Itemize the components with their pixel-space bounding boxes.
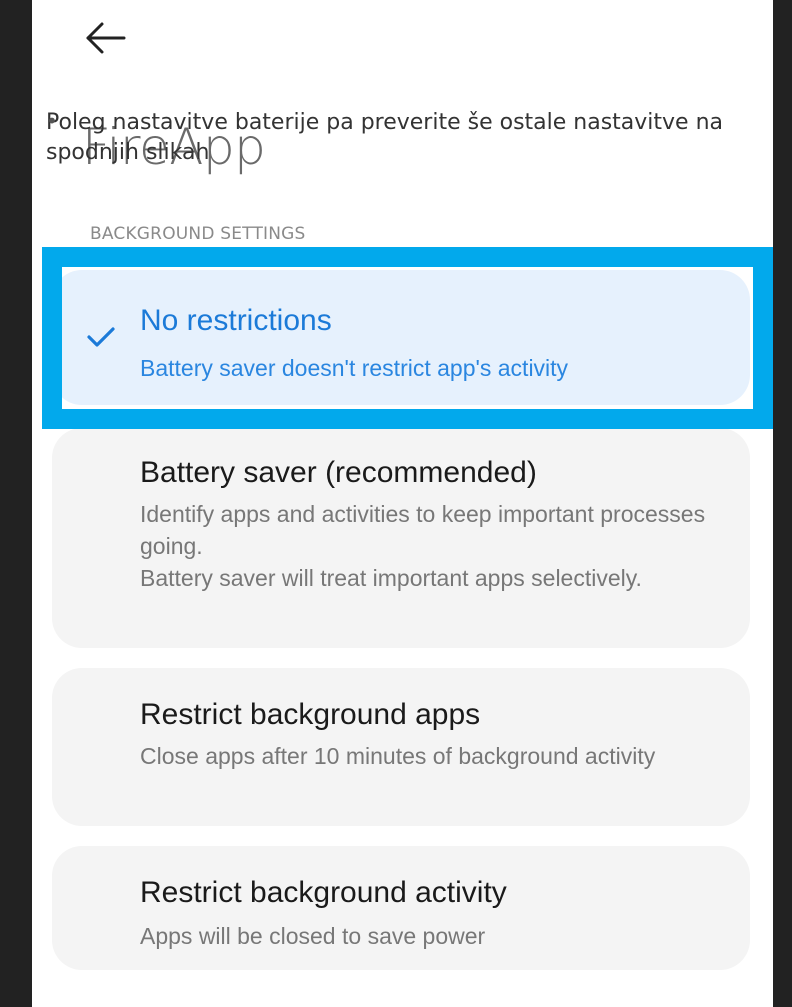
option-title: Restrict background apps xyxy=(140,698,481,731)
option-restrict-background-apps[interactable]: Restrict background apps Close apps afte… xyxy=(52,668,750,826)
arrow-left-icon xyxy=(86,22,126,54)
option-restrict-background-activity[interactable]: Restrict background activity Apps will b… xyxy=(52,846,750,970)
back-button[interactable] xyxy=(84,18,128,58)
device-frame-right xyxy=(773,0,792,1007)
device-frame-left xyxy=(0,0,32,1007)
instruction-body: Poleg nastavitve baterije pa preverite š… xyxy=(46,110,724,165)
settings-screen: FireApp • Poleg nastavitve baterije pa p… xyxy=(32,0,773,1007)
option-description: Apps will be closed to save power xyxy=(140,923,486,949)
option-description: Close apps after 10 minutes of backgroun… xyxy=(140,743,656,769)
instruction-text: • Poleg nastavitve baterije pa preverite… xyxy=(46,108,773,168)
highlight-box xyxy=(42,247,773,429)
option-battery-saver[interactable]: Battery saver (recommended) Identify app… xyxy=(52,428,750,648)
option-description: Identify apps and activities to keep imp… xyxy=(140,501,706,591)
bullet-marker: • xyxy=(46,109,58,133)
section-label: BACKGROUND SETTINGS xyxy=(90,224,306,244)
option-title: Battery saver (recommended) xyxy=(140,456,537,489)
option-title: Restrict background activity xyxy=(140,876,507,909)
